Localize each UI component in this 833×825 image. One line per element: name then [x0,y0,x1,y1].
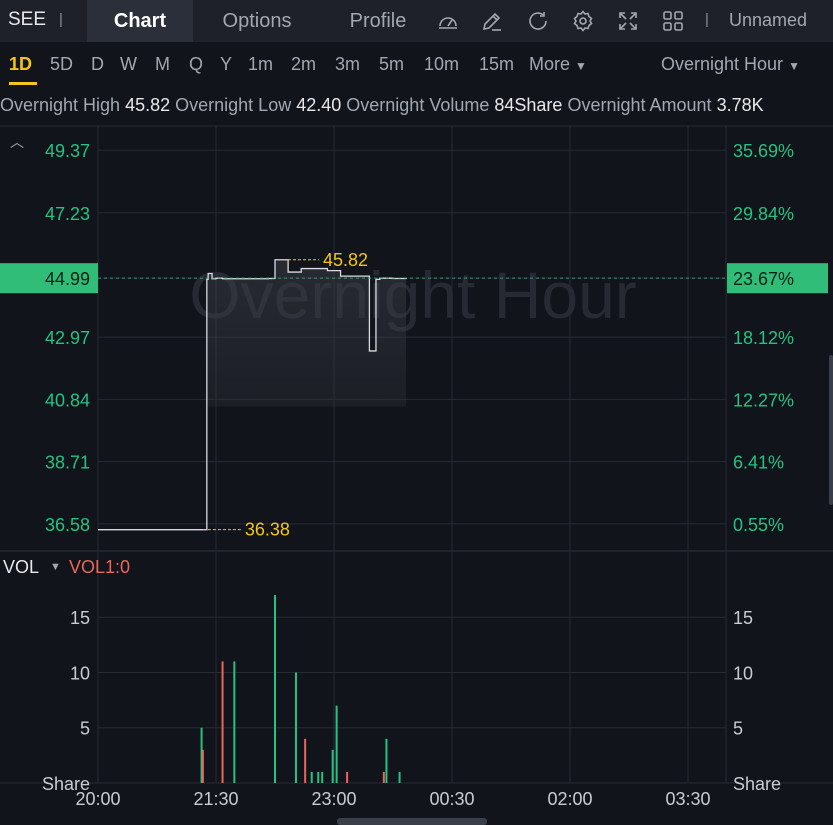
volume-bar [233,661,236,783]
x-axis-tick-label: 23:00 [311,789,356,809]
current-price-label: 44.99 [45,269,90,289]
chart-area[interactable]: Overnight Hour 45.8236.38 49.3747.2342.9… [0,0,833,825]
volume-indicator-label[interactable]: VOL [3,557,39,578]
low-marker-label: 36.38 [245,520,290,540]
y-axis-label-left: 38.71 [45,453,90,473]
x-axis-tick-label: 02:00 [547,789,592,809]
volume-bar [382,771,385,783]
volume-bar [398,771,401,783]
caret-down-icon[interactable]: ▼ [50,561,61,573]
y-axis-label-right: 29.84% [733,204,794,224]
y-axis-label-right: 0.55% [733,515,784,535]
current-change-label: 23.67% [733,269,794,289]
volume-bar [310,771,313,783]
volume-bar [304,738,307,783]
volume-axis-label-left: 10 [70,663,90,683]
y-axis-label-left: 40.84 [45,390,90,410]
volume-bar [331,749,334,783]
volume-bar [385,738,388,783]
volume-axis-label-left: 5 [80,719,90,739]
y-axis-label-left: 42.97 [45,328,90,348]
y-axis-label-right: 35.69% [733,141,794,161]
x-axis-tick-label: 00:30 [429,789,474,809]
grid-lines [0,125,833,784]
volume-axis-label-right: 15 [733,608,753,628]
x-axis-tick-label: 21:30 [193,789,238,809]
volume-unit-label: Share [733,774,781,794]
volume-axis-label-right: 10 [733,663,753,683]
high-marker-label: 45.82 [323,250,368,270]
y-axis-label-left: 49.37 [45,141,90,161]
x-axis-tick-label: 20:00 [75,789,120,809]
volume-bar [317,771,320,783]
volume-axis-label-left: 15 [70,608,90,628]
y-axis-label-left: 36.58 [45,515,90,535]
volume-bar [321,771,324,783]
volume-axis-label-right: 5 [733,719,743,739]
y-axis-label-right: 6.41% [733,453,784,473]
volume-bar [274,595,276,783]
x-axis-tick-label: 03:30 [665,789,710,809]
vertical-scrollbar[interactable] [829,355,833,505]
volume-bar [335,705,338,783]
y-axis-label-right: 12.27% [733,390,794,410]
volume-indicator-value: VOL1:0 [69,557,131,577]
volume-bar [221,661,224,783]
volume-bar [346,771,349,783]
volume-bar [294,672,297,783]
y-axis-label-left: 47.23 [45,204,90,224]
horizontal-scrollbar[interactable] [337,818,487,825]
y-axis-label-right: 18.12% [733,328,794,348]
volume-bar [201,749,204,783]
